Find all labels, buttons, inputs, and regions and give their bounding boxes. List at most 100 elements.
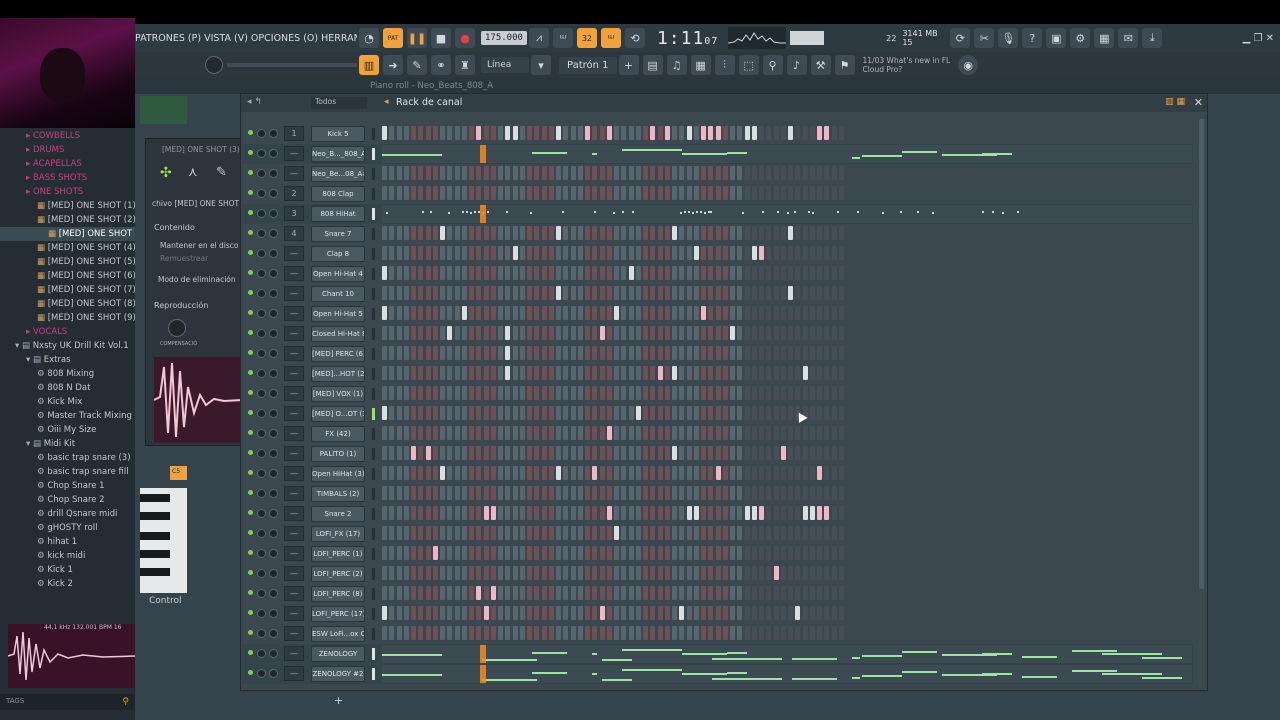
step-button[interactable]	[498, 606, 503, 620]
step-button[interactable]	[824, 506, 830, 520]
loop-record-icon[interactable]: ⟲	[624, 28, 645, 48]
step-button[interactable]	[548, 346, 554, 360]
step-button[interactable]	[432, 246, 438, 260]
step-button[interactable]	[534, 226, 540, 240]
step-button[interactable]	[744, 346, 750, 360]
step-button[interactable]	[548, 466, 554, 480]
step-button[interactable]	[751, 246, 757, 260]
step-button[interactable]	[461, 486, 467, 500]
step-button[interactable]	[389, 286, 395, 300]
step-button[interactable]	[418, 426, 424, 440]
step-button[interactable]	[548, 546, 554, 560]
wrench-tab-icon[interactable]: ✎	[216, 165, 227, 180]
step-button[interactable]	[498, 186, 503, 200]
step-button[interactable]	[570, 506, 576, 520]
step-button[interactable]	[614, 406, 619, 420]
step-button[interactable]	[614, 446, 619, 460]
step-button[interactable]	[817, 326, 822, 340]
step-button[interactable]	[461, 326, 467, 340]
step-button[interactable]	[643, 466, 648, 480]
step-button[interactable]	[592, 606, 598, 620]
step-button[interactable]	[599, 506, 605, 520]
step-button[interactable]	[505, 546, 511, 560]
step-button[interactable]	[650, 546, 656, 560]
step-button[interactable]	[403, 406, 409, 420]
wrench-icon[interactable]: ⚒	[810, 55, 831, 75]
mixer-track-number[interactable]: —	[284, 366, 304, 381]
step-button[interactable]	[650, 226, 656, 240]
step-button[interactable]	[831, 326, 837, 340]
step-button[interactable]	[527, 286, 532, 300]
step-button[interactable]	[838, 566, 844, 580]
step-button[interactable]	[780, 626, 786, 640]
step-button[interactable]	[780, 286, 786, 300]
channel-pan-knob[interactable]	[257, 509, 266, 518]
step-button[interactable]	[802, 386, 808, 400]
step-button[interactable]	[838, 526, 844, 540]
step-button[interactable]	[396, 486, 402, 500]
step-button[interactable]	[715, 466, 721, 480]
step-button[interactable]	[519, 266, 525, 280]
channel-select-indicator[interactable]	[372, 588, 375, 600]
step-button[interactable]	[759, 486, 764, 500]
channel-mute-led[interactable]	[248, 590, 253, 595]
step-button[interactable]	[664, 546, 670, 560]
step-button[interactable]	[802, 266, 808, 280]
step-button[interactable]	[505, 466, 511, 480]
channel-pan-knob[interactable]	[257, 529, 266, 538]
step-button[interactable]	[664, 186, 670, 200]
step-button[interactable]	[585, 626, 590, 640]
channel-filter-select[interactable]: Todos	[311, 97, 367, 109]
step-button[interactable]	[490, 566, 496, 580]
step-button[interactable]	[454, 406, 460, 420]
step-button[interactable]	[759, 246, 764, 260]
step-button[interactable]	[432, 426, 438, 440]
step-button[interactable]	[722, 526, 728, 540]
step-button[interactable]	[585, 326, 590, 340]
step-button[interactable]	[621, 426, 627, 440]
step-button[interactable]	[693, 426, 699, 440]
pause-button[interactable]: ❚❚	[407, 28, 427, 48]
step-button[interactable]	[541, 286, 547, 300]
step-button[interactable]	[512, 426, 518, 440]
step-button[interactable]	[498, 246, 503, 260]
step-button[interactable]	[802, 426, 808, 440]
step-button[interactable]	[788, 466, 793, 480]
step-button[interactable]	[599, 426, 605, 440]
step-button[interactable]	[563, 486, 569, 500]
step-button[interactable]	[766, 426, 772, 440]
step-button[interactable]	[418, 626, 424, 640]
step-button[interactable]	[505, 266, 511, 280]
channel-name-button[interactable]: TIMBALS (2)	[311, 486, 365, 502]
step-button[interactable]	[483, 506, 489, 520]
step-button[interactable]	[548, 126, 554, 140]
step-button[interactable]	[548, 306, 554, 320]
step-button[interactable]	[621, 226, 627, 240]
step-button[interactable]	[556, 386, 561, 400]
step-button[interactable]	[425, 346, 431, 360]
step-button[interactable]	[389, 506, 395, 520]
online-icon[interactable]: ◉	[958, 55, 979, 75]
step-button[interactable]	[817, 186, 822, 200]
step-button[interactable]	[788, 426, 793, 440]
step-button[interactable]	[788, 526, 793, 540]
step-button[interactable]	[425, 166, 431, 180]
channel-volume-knob[interactable]	[269, 129, 278, 138]
step-button[interactable]	[440, 286, 445, 300]
step-button[interactable]	[838, 466, 844, 480]
step-button[interactable]	[824, 166, 830, 180]
channel-volume-knob[interactable]	[269, 149, 278, 158]
step-button[interactable]	[635, 606, 641, 620]
step-button[interactable]	[795, 286, 801, 300]
step-button[interactable]	[621, 546, 627, 560]
step-button[interactable]	[773, 226, 779, 240]
step-button[interactable]	[490, 606, 496, 620]
channel-select-indicator[interactable]	[372, 468, 375, 480]
step-button[interactable]	[469, 426, 474, 440]
step-button[interactable]	[628, 226, 634, 240]
step-button[interactable]	[548, 426, 554, 440]
step-button[interactable]	[592, 626, 598, 640]
step-button[interactable]	[592, 346, 598, 360]
step-button[interactable]	[411, 226, 416, 240]
step-button[interactable]	[527, 166, 532, 180]
